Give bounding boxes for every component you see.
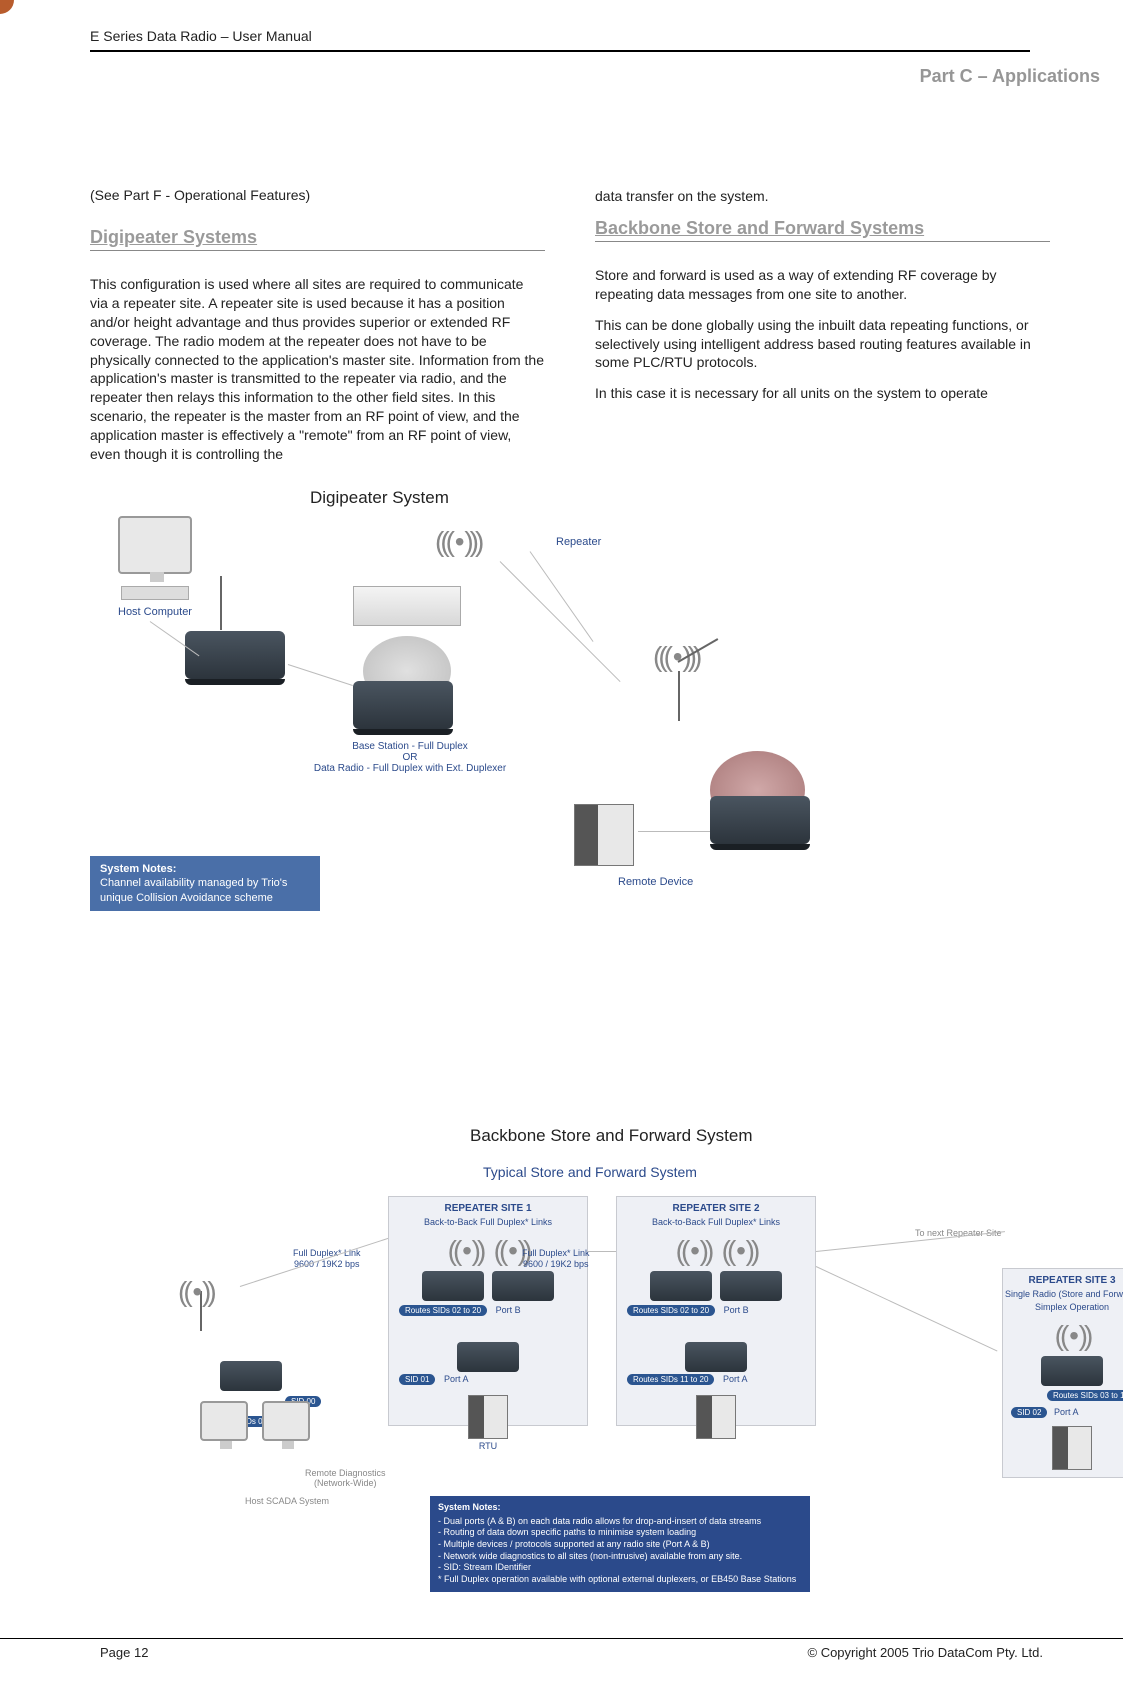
radio-modem-icon [353,681,453,729]
panel3-title: REPEATER SITE 3 [1003,1275,1123,1286]
page-footer: Page 12 © Copyright 2005 Trio DataCom Pt… [0,1638,1123,1660]
system-notes-box: System Notes: Channel availability manag… [90,856,320,911]
rtu-device-icon [1052,1426,1092,1470]
antenna-icon [678,671,680,721]
port-b-label: Port B [724,1305,749,1315]
fig2-note-1: - Dual ports (A & B) on each data radio … [438,1516,802,1528]
figure2-system-notes: System Notes: - Dual ports (A & B) on ea… [430,1496,810,1592]
radio-modem-icon [492,1271,554,1301]
radio-modem-icon [710,796,810,844]
cross-reference: (See Part F - Operational Features) [90,187,545,203]
section-heading-backbone: Backbone Store and Forward Systems [595,218,1050,242]
panel3-sub2: Simplex Operation [1003,1302,1123,1312]
rtu-device-icon [696,1395,736,1439]
port-b-label: Port B [496,1305,521,1315]
fig2-note-6: * Full Duplex operation available with o… [438,1574,802,1586]
figure2-caption: Backbone Store and Forward System [470,1126,1090,1146]
keyboard-icon [121,586,189,600]
radio-modem-icon [422,1271,484,1301]
radio-modem-icon [220,1361,282,1391]
page-number: Page 12 [100,1645,148,1660]
monitor-icon [118,516,192,574]
routes-tag: Routes SIDs 02 to 20 [627,1305,715,1316]
radio-waves-icon: (( • )) [1003,1320,1123,1352]
repeater-label: Repeater [556,536,601,548]
sid-tag: SID 02 [1011,1407,1047,1418]
figure-backbone-system: (( • )) Routes SIDs 01 to 20 SID 00 Remo… [90,1196,1100,1616]
port-a-label: Port A [444,1374,469,1384]
backbone-p3: In this case it is necessary for all uni… [595,384,1050,403]
fig2-note-2: - Routing of data down specific paths to… [438,1527,802,1539]
monitor-icon [262,1401,310,1441]
digipeater-paragraph: This configuration is used where all sit… [90,275,545,464]
radio-modem-icon [1041,1356,1103,1386]
routes-tag: Routes SIDs 11 to 20 [627,1374,714,1385]
copyright: © Copyright 2005 Trio DataCom Pty. Ltd. [808,1645,1044,1660]
system-notes-body: Channel availability managed by Trio's u… [100,876,310,905]
figure-digipeater-system: Host Computer ((( • ))) Base Station - F… [90,516,1050,996]
figure2-subtitle: Typical Store and Forward System [90,1164,1090,1180]
lead-continuation: data transfer on the system. [595,187,1050,206]
repeater-site-1-panel: REPEATER SITE 1 Back-to-Back Full Duplex… [388,1196,588,1426]
fig2-note-3: - Multiple devices / protocols supported… [438,1539,802,1551]
radio-modem-icon [650,1271,712,1301]
link-line [816,1231,1005,1252]
radio-waves-icon: (( • )) [178,1276,213,1308]
radio-modem-icon [685,1342,747,1372]
panel3-sub1: Single Radio (Store and Forward) [1003,1289,1123,1299]
link-line [500,561,621,682]
radio-waves-icon: (( • )) (( • )) [617,1235,815,1267]
repeater-site-3-panel: REPEATER SITE 3 Single Radio (Store and … [1002,1268,1123,1478]
header-manual-title: E Series Data Radio – User Manual [90,28,1030,52]
fig2-notes-title: System Notes: [438,1502,802,1514]
routes-tag: Routes SIDs 03 to 10 [1047,1390,1123,1401]
radio-modem-icon [185,631,285,679]
port-a-label: Port A [1054,1407,1079,1417]
radio-modem-icon [457,1342,519,1372]
host-computer-graphic: Host Computer [90,516,220,618]
port-a-label: Port A [723,1374,748,1384]
routes-tag: Routes SIDs 02 to 20 [399,1305,487,1316]
host-scada-group [200,1401,310,1441]
panel2-subtitle: Back-to-Back Full Duplex* Links [617,1217,815,1227]
section-heading-digipeater: Digipeater Systems [90,227,545,251]
link-line [530,551,594,642]
host-computer-label: Host Computer [90,606,220,618]
host-scada-label: Host SCADA System [245,1496,329,1506]
panel1-title: REPEATER SITE 1 [389,1203,587,1214]
backbone-p1: Store and forward is used as a way of ex… [595,266,1050,304]
remote-diag-label: Remote Diagnostics (Network-Wide) [305,1468,386,1488]
base-station-label: Base Station - Full Duplex OR Data Radio… [295,741,525,774]
radio-modem-icon [720,1271,782,1301]
header-part-label: Part C – Applications [90,66,1100,87]
fig2-note-5: - SID: Stream IDentifier [438,1562,802,1574]
radio-waves-icon: ((( • ))) [653,641,698,673]
radio-waves-icon: ((( • ))) [435,526,480,558]
panel1-subtitle: Back-to-Back Full Duplex* Links [389,1217,587,1227]
repeater-site-2-panel: REPEATER SITE 2 Back-to-Back Full Duplex… [616,1196,816,1426]
sid-tag: SID 01 [399,1374,435,1385]
fig2-note-4: - Network wide diagnostics to all sites … [438,1551,802,1563]
link-line [240,1236,392,1286]
rtu-device-icon [574,804,634,866]
monitor-icon [200,1401,248,1441]
rtu-label: RTU [389,1441,587,1451]
base-station-rack-icon [353,586,461,626]
panel2-title: REPEATER SITE 2 [617,1203,815,1214]
system-notes-title: System Notes: [100,862,310,876]
figure1-caption: Digipeater System [310,488,1123,508]
link-line [638,831,710,832]
link-line [816,1266,998,1351]
rtu-device-icon [468,1395,508,1439]
remote-device-label: Remote Device [618,876,693,888]
link-speed-label: Full Duplex* Link9600 / 19K2 bps [522,1248,590,1270]
backbone-p2: This can be done globally using the inbu… [595,316,1050,373]
antenna-icon [220,576,222,630]
link-line [288,664,353,686]
